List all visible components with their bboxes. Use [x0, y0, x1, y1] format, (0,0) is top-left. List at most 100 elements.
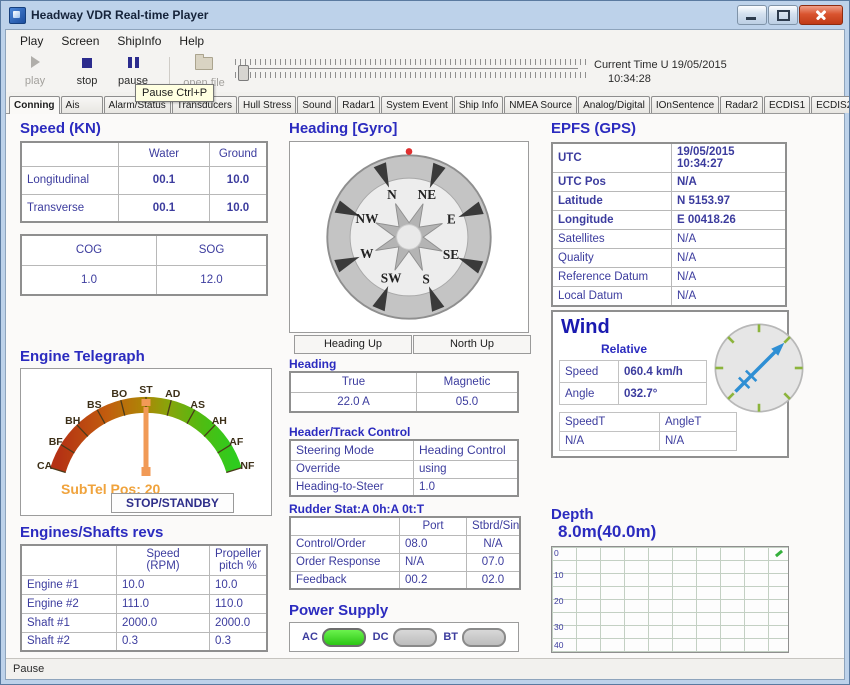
compass-point-n: N — [387, 187, 397, 202]
heading-up-button[interactable]: Heading Up — [294, 335, 412, 354]
compass-point-ne: NE — [418, 187, 437, 202]
stop-button[interactable]: stop — [64, 55, 110, 87]
telegraph-mode: STOP/STANDBY — [111, 493, 234, 513]
wind-anglet-value: N/A — [660, 432, 737, 451]
tab-analog-digital[interactable]: Analog/Digital — [578, 96, 650, 113]
north-up-button[interactable]: North Up — [413, 335, 531, 354]
compass-point-w: W — [360, 246, 374, 261]
table-row: Heading-to-Steer 1.0 — [290, 478, 518, 496]
tab-system-event[interactable]: System Event — [381, 96, 453, 113]
table-row: Latitude N 5153.97 — [552, 192, 786, 211]
wind-angle-value: 032.7° — [619, 383, 707, 405]
play-button[interactable]: play — [12, 55, 58, 87]
compass-point-nw: NW — [356, 211, 380, 226]
power-dc: DC — [373, 628, 437, 647]
epfs-table: UTC 19/05/2015 10:34:27 UTC Pos N/A Lati… — [551, 142, 787, 307]
menu-screen[interactable]: Screen — [53, 32, 107, 50]
depth-value: 8.0m(40.0m) — [558, 522, 656, 542]
tab-ecdis1[interactable]: ECDIS1 — [764, 96, 810, 113]
table-row: Reference Datum N/A — [552, 268, 786, 287]
depth-axis-0: 0 — [554, 548, 559, 558]
engine-telegraph-panel: CA BF BH BS BO ST AD AS AH AF NF — [20, 368, 272, 516]
close-button[interactable] — [799, 5, 843, 25]
table-row: Transverse 00.1 10.0 — [21, 194, 267, 222]
menu-bar: Play Screen ShipInfo Help — [6, 30, 844, 53]
menu-shipinfo[interactable]: ShipInfo — [109, 32, 169, 50]
rudder-col-stbrd: Stbrd/Single — [467, 517, 521, 535]
slider-ticks-bottom — [235, 72, 587, 78]
toolbar: play stop pause open file Cu — [6, 52, 844, 93]
power-bt: BT — [443, 628, 506, 647]
speed-col-ground: Ground — [210, 142, 268, 166]
telegraph-label: AS — [190, 399, 205, 411]
wind-speed-value: 060.4 km/h — [619, 361, 707, 383]
telegraph-label: BH — [65, 415, 80, 427]
status-text: Pause — [13, 663, 44, 675]
tab-nmea-source[interactable]: NMEA Source — [504, 96, 577, 113]
stop-icon — [82, 58, 92, 68]
bt-label: BT — [443, 631, 458, 643]
tab-bar: Conning Ais Alarm/Status Transducers Hul… — [6, 92, 844, 114]
engines-col-pitch: Propeller pitch % — [210, 545, 268, 575]
dc-indicator — [393, 628, 437, 647]
tab-ship-info[interactable]: Ship Info — [454, 96, 503, 113]
compass-rose: N NE E SE S SW W NW — [290, 142, 528, 332]
bt-indicator — [462, 628, 506, 647]
menu-help[interactable]: Help — [171, 32, 212, 50]
stop-standby-button[interactable]: STOP/STANDBY — [111, 493, 234, 513]
slider-track[interactable] — [243, 68, 578, 69]
depth-trace-marker — [775, 550, 783, 557]
playback-slider[interactable] — [235, 59, 587, 85]
menu-play[interactable]: Play — [12, 32, 51, 50]
table-row: Satellites N/A — [552, 230, 786, 249]
tab-conning[interactable]: Conning — [9, 96, 60, 114]
heading-col-true: True — [290, 372, 417, 392]
title-bar: Headway VDR Real-time Player — [5, 3, 845, 28]
epfs-title: EPFS (GPS) — [551, 120, 636, 137]
gyro-title: Heading [Gyro] — [289, 120, 397, 137]
app-icon — [9, 7, 26, 24]
depth-title: Depth — [551, 506, 594, 523]
rudder-table: Port Stbrd/Single Control/Order 08.0 N/A… — [289, 516, 521, 590]
toolbar-separator — [169, 57, 170, 87]
heading-magnetic-value: 05.0 — [417, 392, 519, 412]
telegraph-gauge: CA BF BH BS BO ST AD AS AH AF NF — [21, 369, 271, 481]
tab-radar1[interactable]: Radar1 — [337, 96, 380, 113]
telegraph-needle-base — [142, 467, 151, 476]
table-row: Engine #1 10.0 10.0 — [21, 575, 267, 594]
client-area: Play Screen ShipInfo Help play stop paus… — [5, 29, 845, 680]
depth-axis-10: 10 — [554, 570, 563, 580]
ac-indicator — [322, 628, 366, 647]
application-window: Headway VDR Real-time Player Play Screen… — [0, 0, 850, 685]
engines-col-speed: Speed (RPM) — [117, 545, 210, 575]
table-row: Feedback 00.2 02.0 — [290, 571, 520, 589]
table-row: Longitude E 00418.26 — [552, 211, 786, 230]
table-row: Engine #2 111.0 110.0 — [21, 594, 267, 613]
tab-radar2[interactable]: Radar2 — [720, 96, 763, 113]
telegraph-label: BO — [111, 388, 127, 400]
minimize-button[interactable] — [737, 5, 767, 25]
depth-axis-40: 40 — [554, 640, 563, 650]
slider-handle[interactable] — [238, 65, 249, 81]
current-time-line2: 10:34:28 — [594, 72, 727, 86]
window-title: Headway VDR Real-time Player — [31, 8, 208, 22]
table-row: Steering Mode Heading Control — [290, 440, 518, 460]
tab-ecdis2[interactable]: ECDIS2 — [811, 96, 850, 113]
depth-graph: 0 10 20 30 40 — [551, 546, 789, 653]
tab-ais[interactable]: Ais — [61, 96, 103, 113]
tab-ionsentence[interactable]: IOnSentence — [651, 96, 719, 113]
tab-hull-stress[interactable]: Hull Stress — [238, 96, 296, 113]
maximize-button[interactable] — [768, 5, 798, 25]
compass-point-se: SE — [443, 247, 459, 262]
depth-axis-20: 20 — [554, 596, 563, 606]
tab-sound[interactable]: Sound — [297, 96, 336, 113]
track-control-table: Steering Mode Heading Control Override u… — [289, 439, 519, 497]
current-time: Current Time U 19/05/2015 10:34:28 — [594, 58, 727, 86]
slider-ticks-top — [235, 59, 587, 65]
pause-button[interactable]: pause — [110, 55, 156, 87]
engine-telegraph-title: Engine Telegraph — [20, 348, 145, 365]
engines-shafts-table: Speed (RPM) Propeller pitch % Engine #1 … — [20, 544, 268, 652]
sog-label: SOG — [157, 235, 268, 265]
cog-sog-table: COG SOG 1.0 12.0 — [20, 234, 268, 296]
telegraph-label: BS — [87, 399, 102, 411]
